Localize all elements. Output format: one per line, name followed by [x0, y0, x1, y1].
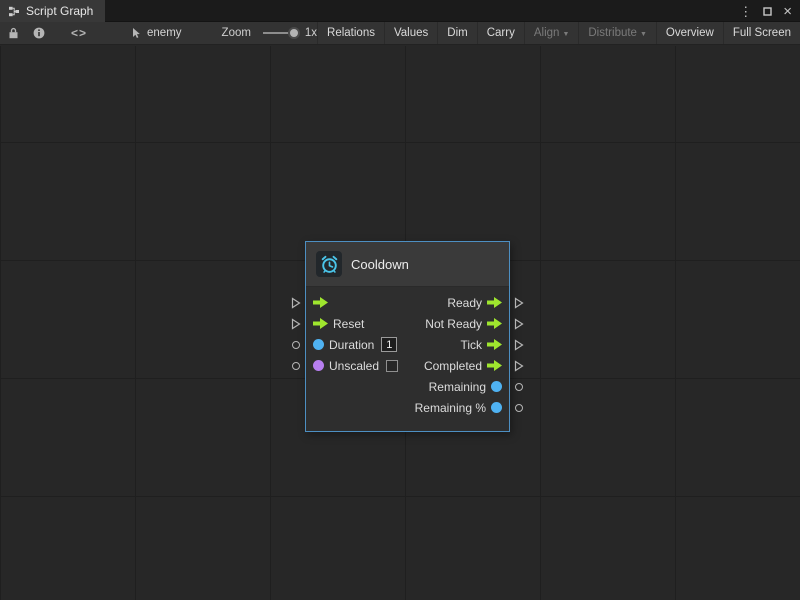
toolbar-button-label: Align — [534, 27, 560, 39]
flow-port-icon — [487, 318, 502, 329]
toolbar-button-label: Relations — [327, 27, 375, 39]
flow-port-icon — [313, 297, 328, 308]
zoom-value: 1x — [305, 27, 317, 39]
port-label: Remaining — [429, 380, 486, 394]
value-port-icon — [491, 381, 502, 392]
node-input-rows: Reset Duration 1Unscaled — [306, 292, 398, 418]
port-label: Not Ready — [425, 317, 482, 331]
port-label: Tick — [460, 338, 482, 352]
info-icon[interactable] — [33, 27, 45, 39]
port-label: Completed — [424, 359, 482, 373]
flow-connector[interactable] — [287, 292, 305, 313]
chevron-down-icon: ▼ — [562, 31, 569, 38]
value-port-icon — [313, 339, 324, 350]
toolbar-button-label: Overview — [666, 27, 714, 39]
toolbar-button-label: Dim — [447, 27, 467, 39]
flow-port-icon — [313, 318, 328, 329]
maximize-icon[interactable] — [763, 7, 772, 16]
toolbar-button-label: Distribute — [588, 27, 637, 39]
input-port-enter[interactable] — [306, 292, 398, 313]
flow-port-icon — [487, 297, 502, 308]
port-label: Ready — [447, 296, 482, 310]
output-port-completed[interactable]: Completed — [424, 355, 509, 376]
duration-value-field[interactable]: 1 — [381, 337, 397, 352]
node-output-rows: Ready Not Ready Tick Completed Remaining… — [415, 292, 509, 418]
port-label: Duration — [329, 338, 374, 352]
cooldown-node[interactable]: Cooldown Reset Duration 1Unscaled Ready No… — [305, 241, 510, 432]
output-port-not-ready[interactable]: Not Ready — [425, 313, 509, 334]
cooldown-node-wrap: Cooldown Reset Duration 1Unscaled Ready No… — [287, 241, 528, 432]
toolbar-button-carry[interactable]: Carry — [477, 22, 524, 44]
window-title-bar: Script Graph ⋮ × — [0, 0, 800, 22]
value-port-icon — [491, 402, 502, 413]
toolbar-button-label: Full Screen — [733, 27, 791, 39]
toolbar-button-dim[interactable]: Dim — [437, 22, 476, 44]
hollow-triangle-icon — [291, 297, 301, 309]
toolbar-button-distribute: Distribute▼ — [578, 22, 656, 44]
input-port-reset[interactable]: Reset — [306, 313, 398, 334]
tab-script-graph[interactable]: Script Graph — [0, 0, 105, 22]
graph-name: enemy — [147, 27, 182, 39]
toolbar-buttons: RelationsValuesDimCarryAlign▼Distribute▼… — [317, 22, 800, 44]
alarm-clock-icon — [316, 251, 342, 277]
hollow-triangle-icon — [291, 318, 301, 330]
tab-label: Script Graph — [26, 4, 93, 18]
node-output-connectors — [510, 241, 528, 418]
zoom-slider-handle[interactable] — [288, 27, 300, 39]
node-header[interactable]: Cooldown — [306, 242, 509, 287]
code-icon[interactable]: <> — [71, 26, 87, 40]
hollow-triangle-icon — [514, 339, 524, 351]
graph-toolbar: <> enemy Zoom 1x Relations Values Dim Carry… — [0, 22, 800, 45]
port-label: Reset — [333, 317, 364, 331]
input-port-unscaled[interactable]: Unscaled — [306, 355, 398, 376]
toolbar-button-relations[interactable]: Relations — [317, 22, 384, 44]
node-title: Cooldown — [351, 257, 409, 272]
flow-port-icon — [487, 339, 502, 350]
value-port-icon — [313, 360, 324, 371]
toolbar-button-values[interactable]: Values — [384, 22, 437, 44]
value-connector[interactable] — [287, 334, 305, 355]
flow-connector[interactable] — [287, 313, 305, 334]
hollow-triangle-icon — [514, 318, 524, 330]
menu-icon[interactable]: ⋮ — [739, 5, 752, 18]
hollow-triangle-icon — [514, 360, 524, 372]
lock-icon[interactable] — [8, 27, 19, 39]
hollow-triangle-icon — [514, 297, 524, 309]
flow-connector[interactable] — [510, 334, 528, 355]
hollow-circle-icon — [515, 404, 523, 412]
output-port-ready[interactable]: Ready — [447, 292, 509, 313]
output-port-remaining[interactable]: Remaining % — [415, 397, 509, 418]
node-input-connectors — [287, 241, 305, 376]
toolbar-button-overview[interactable]: Overview — [656, 22, 723, 44]
hollow-circle-icon — [292, 362, 300, 370]
flow-connector[interactable] — [510, 355, 528, 376]
unscaled-checkbox[interactable] — [386, 360, 398, 372]
input-port-duration[interactable]: Duration 1 — [306, 334, 398, 355]
graph-icon — [8, 6, 20, 17]
output-port-remaining[interactable]: Remaining — [429, 376, 509, 397]
value-connector[interactable] — [510, 397, 528, 418]
flow-connector[interactable] — [510, 292, 528, 313]
value-connector[interactable] — [287, 355, 305, 376]
close-icon[interactable]: × — [783, 4, 792, 19]
flow-port-icon — [487, 360, 502, 371]
toolbar-button-label: Carry — [487, 27, 515, 39]
toolbar-button-full-screen[interactable]: Full Screen — [723, 22, 800, 44]
node-body: Reset Duration 1Unscaled Ready Not Ready T… — [306, 287, 509, 431]
value-connector[interactable] — [510, 376, 528, 397]
graph-canvas[interactable]: Cooldown Reset Duration 1Unscaled Ready No… — [0, 46, 800, 600]
toolbar-button-label: Values — [394, 27, 428, 39]
toolbar-button-align: Align▼ — [524, 22, 579, 44]
zoom-slider[interactable] — [263, 32, 296, 34]
cursor-icon — [131, 27, 142, 39]
chevron-down-icon: ▼ — [640, 31, 647, 38]
hollow-circle-icon — [292, 341, 300, 349]
port-label: Unscaled — [329, 359, 379, 373]
port-label: Remaining % — [415, 401, 486, 415]
graph-selector[interactable]: enemy — [131, 27, 182, 39]
zoom-label: Zoom — [222, 27, 251, 39]
output-port-tick[interactable]: Tick — [460, 334, 509, 355]
flow-connector[interactable] — [510, 313, 528, 334]
hollow-circle-icon — [515, 383, 523, 391]
